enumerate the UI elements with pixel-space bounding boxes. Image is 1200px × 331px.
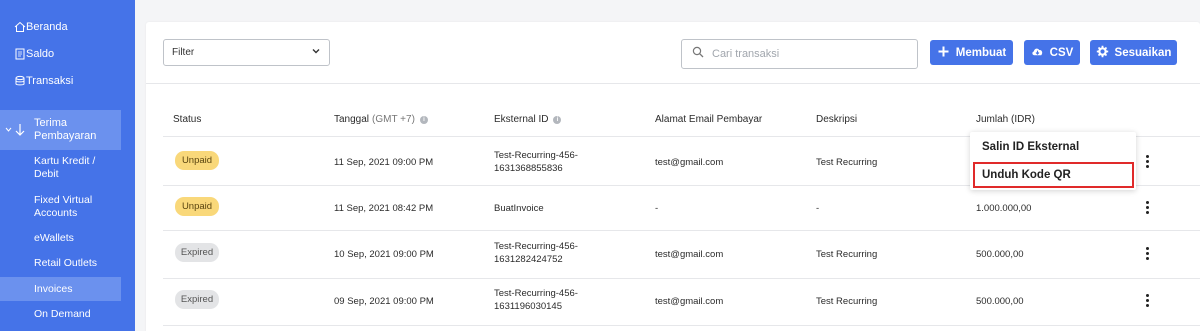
description-cell: - <box>816 203 820 214</box>
sidebar: Beranda Saldo Transaksi Terima Pembayara… <box>0 0 135 331</box>
row-divider <box>163 278 1200 279</box>
more-options-icon[interactable] <box>1145 247 1149 260</box>
home-icon <box>0 21 26 33</box>
csv-button[interactable]: CSV <box>1024 40 1080 65</box>
row-divider <box>163 325 1200 326</box>
column-header-amount: Jumlah (IDR) <box>976 114 1035 125</box>
create-button-label: Membuat <box>955 46 1007 59</box>
sidebar-item-label: Beranda <box>26 21 68 33</box>
sidebar-item-label: Saldo <box>26 48 55 60</box>
highlight-box <box>973 162 1134 188</box>
status-badge: Unpaid <box>175 197 219 216</box>
description-cell: Test Recurring <box>816 249 878 260</box>
sidebar-item-transaksi[interactable]: Transaksi <box>0 73 135 89</box>
amount-cell: 500.000,00 <box>976 249 1024 260</box>
customize-button[interactable]: Sesuaikan <box>1090 40 1177 65</box>
gear-icon <box>1096 45 1109 61</box>
external-id-cell: Test-Recurring-456- 1631368855836 <box>494 150 578 174</box>
status-badge: Expired <box>175 243 219 262</box>
search-box[interactable] <box>681 39 918 69</box>
chevron-down-icon <box>311 46 321 59</box>
create-button[interactable]: Membuat <box>930 40 1013 65</box>
sidebar-sub-invoices[interactable]: Invoices <box>34 283 124 296</box>
sidebar-sub-retail-outlets[interactable]: Retail Outlets <box>34 257 124 270</box>
sidebar-item-label: Transaksi <box>26 75 74 87</box>
database-icon <box>0 75 26 87</box>
sidebar-group-terima-pembayaran[interactable]: Terima Pembayaran <box>0 110 121 150</box>
date-cell: 11 Sep, 2021 09:00 PM <box>334 157 434 168</box>
row-divider <box>163 230 1200 231</box>
arrow-down-icon <box>0 123 34 137</box>
filter-dropdown[interactable]: Filter <box>163 39 330 66</box>
more-options-icon[interactable] <box>1145 294 1149 307</box>
external-id-cell: Test-Recurring-456- 1631196030145 <box>494 288 578 312</box>
csv-button-label: CSV <box>1049 46 1074 59</box>
filter-label: Filter <box>172 47 195 58</box>
external-id-cell: Test-Recurring-456- 1631282424752 <box>494 241 578 265</box>
ledger-icon <box>0 48 26 60</box>
email-cell: - <box>655 203 659 214</box>
status-badge: Unpaid <box>175 151 219 170</box>
column-header-description: Deskripsi <box>816 114 858 125</box>
menu-item-copy-external-id[interactable]: Salin ID Eksternal <box>982 141 1079 153</box>
search-input[interactable] <box>712 48 912 60</box>
cloud-download-icon <box>1031 45 1044 61</box>
more-options-icon[interactable] <box>1145 155 1149 168</box>
description-cell: Test Recurring <box>816 157 878 168</box>
sidebar-sub-ewallets[interactable]: eWallets <box>34 232 124 245</box>
email-cell: test@gmail.com <box>655 157 724 168</box>
info-icon[interactable]: i <box>553 115 562 124</box>
external-id-cell: BuatInvoice <box>494 203 544 214</box>
column-header-external-id[interactable]: Eksternal ID i <box>494 114 562 125</box>
column-header-status: Status <box>173 114 202 125</box>
sidebar-item-beranda[interactable]: Beranda <box>0 19 135 35</box>
column-header-email: Alamat Email Pembayar <box>655 114 763 125</box>
toolbar-divider <box>146 83 1200 84</box>
status-badge: Expired <box>175 290 219 309</box>
search-icon <box>692 45 704 63</box>
sidebar-item-saldo[interactable]: Saldo <box>0 46 135 62</box>
column-header-date[interactable]: Tanggal (GMT +7) i <box>334 114 428 125</box>
date-cell: 11 Sep, 2021 08:42 PM <box>334 203 434 214</box>
date-cell: 09 Sep, 2021 09:00 PM <box>334 296 434 307</box>
amount-cell: 1.000.000,00 <box>976 203 1032 214</box>
sidebar-group-label: Terima Pembayaran <box>34 117 97 142</box>
email-cell: test@gmail.com <box>655 296 724 307</box>
sidebar-sub-on-demand[interactable]: On Demand <box>34 308 124 321</box>
sidebar-sub-kartu-kredit[interactable]: Kartu Kredit / Debit <box>34 155 124 181</box>
more-options-icon[interactable] <box>1145 201 1149 214</box>
plus-icon <box>937 45 950 61</box>
description-cell: Test Recurring <box>816 296 878 307</box>
amount-cell: 500.000,00 <box>976 296 1024 307</box>
customize-button-label: Sesuaikan <box>1114 46 1172 59</box>
info-icon[interactable]: i <box>419 115 428 124</box>
email-cell: test@gmail.com <box>655 249 724 260</box>
sidebar-sub-fixed-va[interactable]: Fixed Virtual Accounts <box>34 194 124 220</box>
date-cell: 10 Sep, 2021 09:00 PM <box>334 249 434 260</box>
